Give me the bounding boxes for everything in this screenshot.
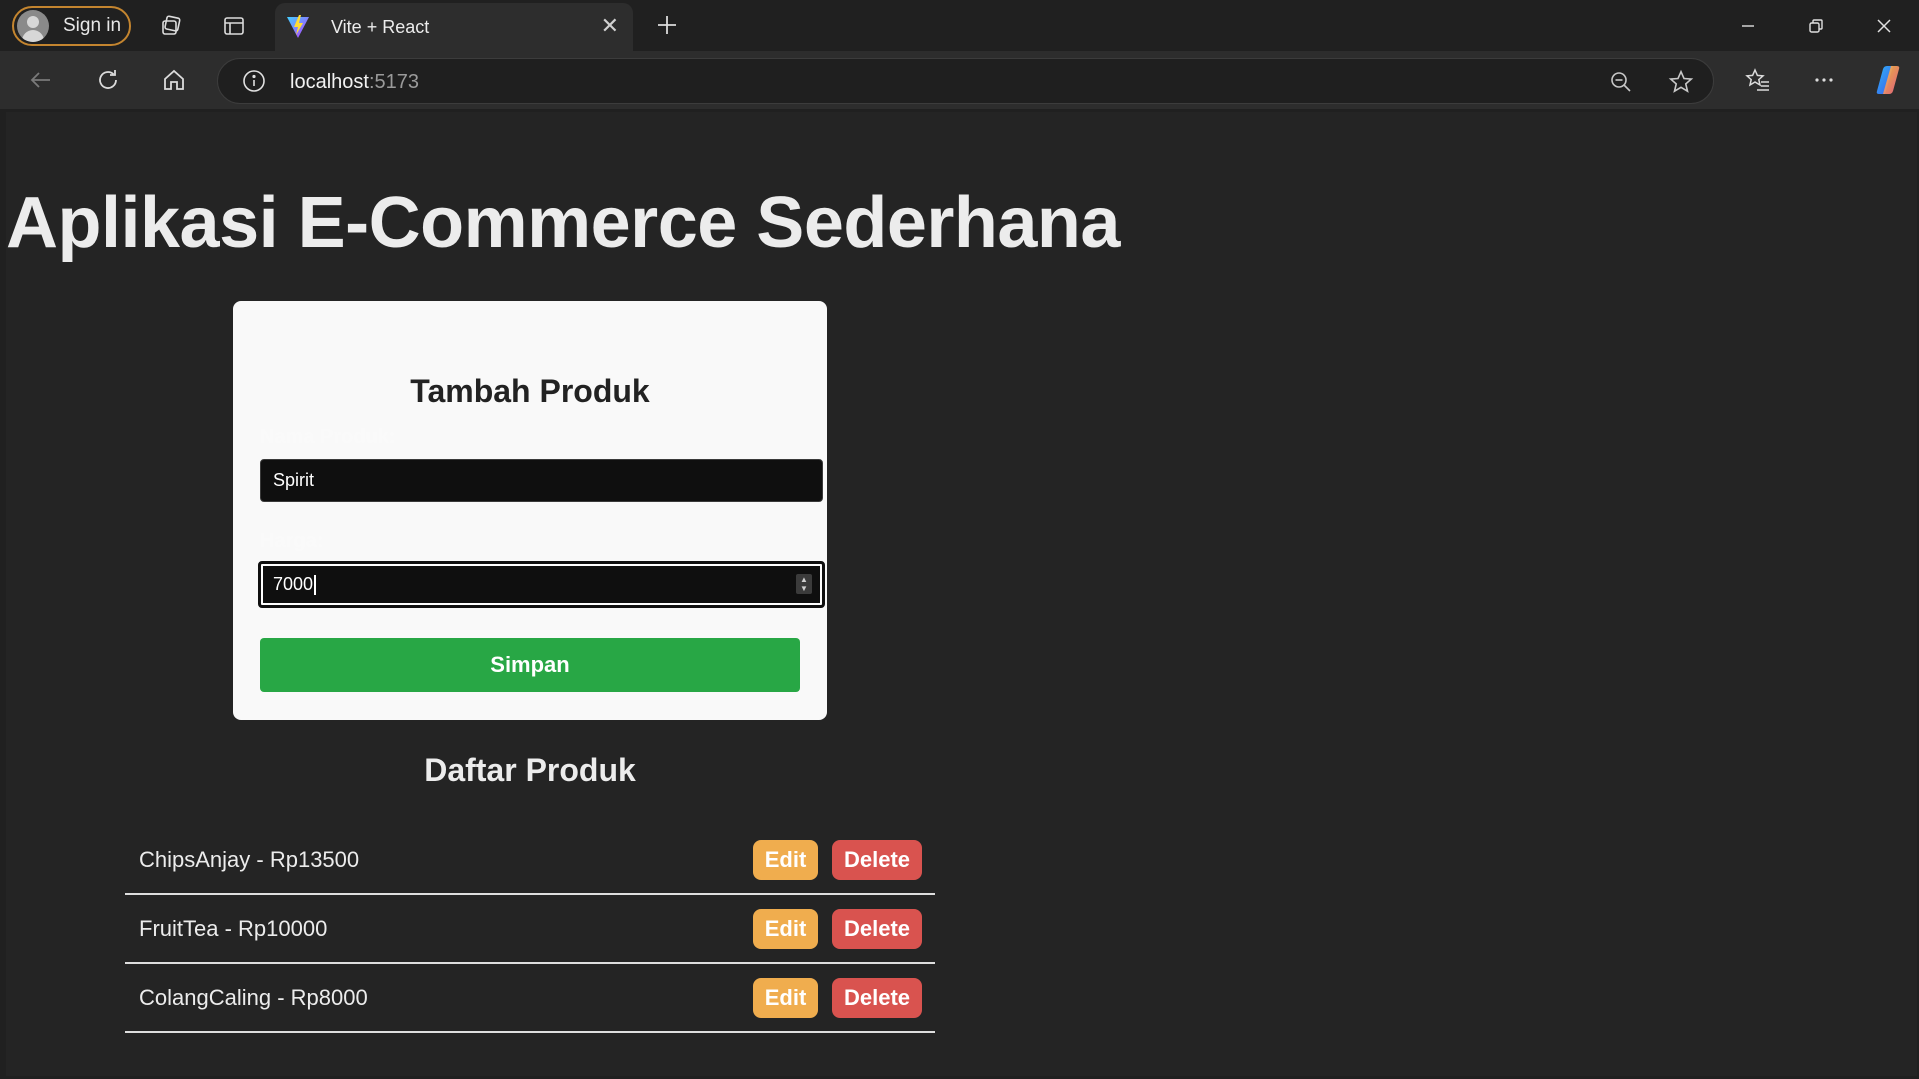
edit-button[interactable]: Edit bbox=[753, 908, 818, 949]
delete-button[interactable]: Delete bbox=[832, 977, 922, 1018]
edit-button[interactable]: Edit bbox=[753, 839, 818, 880]
address-url: localhost:5173 bbox=[290, 71, 419, 94]
product-name-label: Nama Produk: bbox=[260, 426, 396, 448]
number-spinner-icon[interactable]: ▲ ▼ bbox=[796, 574, 812, 594]
url-host: localhost bbox=[290, 71, 369, 93]
more-options-icon[interactable] bbox=[1809, 65, 1839, 95]
product-list: ChipsAnjay - Rp13500 Edit Delete FruitTe… bbox=[125, 826, 935, 1033]
product-name-value: Spirit bbox=[273, 470, 315, 490]
back-arrow-icon[interactable] bbox=[26, 65, 56, 95]
price-label: Harga: bbox=[260, 530, 324, 552]
restore-window-icon[interactable] bbox=[1782, 0, 1850, 51]
page-content: Aplikasi E-Commerce Sederhana Tambah Pro… bbox=[6, 112, 1917, 1076]
product-list-title: Daftar Produk bbox=[424, 752, 636, 788]
price-value: 7000 bbox=[273, 574, 314, 594]
tab-title: Vite + React bbox=[331, 16, 430, 37]
product-row: FruitTea - Rp10000 Edit Delete bbox=[125, 895, 935, 964]
delete-button[interactable]: Delete bbox=[832, 839, 922, 880]
add-product-form: Tambah Produk Nama Produk: Spirit Harga:… bbox=[233, 301, 827, 720]
browser-tab-bar: Sign in Vite + React ✕ bbox=[0, 0, 1919, 51]
url-port: :5173 bbox=[368, 71, 419, 93]
reload-icon[interactable] bbox=[93, 65, 123, 95]
close-tab-icon[interactable]: ✕ bbox=[601, 15, 619, 37]
address-bar[interactable]: localhost:5173 bbox=[217, 58, 1714, 104]
text-caret bbox=[314, 574, 317, 595]
copilot-icon[interactable] bbox=[1870, 62, 1906, 98]
product-row: ColangCaling - Rp8000 Edit Delete bbox=[125, 964, 935, 1033]
site-info-icon[interactable] bbox=[242, 69, 266, 93]
price-input[interactable]: 7000 ▲ ▼ bbox=[258, 561, 825, 608]
vertical-tabs-icon[interactable] bbox=[219, 11, 249, 41]
form-title: Tambah Produk bbox=[410, 373, 650, 409]
vite-logo-icon bbox=[283, 12, 313, 42]
delete-button[interactable]: Delete bbox=[832, 908, 922, 949]
favorites-list-icon[interactable] bbox=[1743, 65, 1773, 95]
minimize-window-icon[interactable] bbox=[1714, 0, 1782, 51]
product-name-input[interactable]: Spirit bbox=[260, 459, 823, 502]
product-item-text: FruitTea - Rp10000 bbox=[139, 915, 328, 941]
profile-avatar-icon bbox=[17, 10, 49, 42]
product-item-text: ChipsAnjay - Rp13500 bbox=[139, 846, 360, 872]
save-button[interactable]: Simpan bbox=[260, 638, 800, 692]
active-tab[interactable]: Vite + React ✕ bbox=[275, 3, 633, 51]
sign-in-button[interactable]: Sign in bbox=[12, 6, 131, 46]
close-window-icon[interactable] bbox=[1850, 0, 1918, 51]
product-row: ChipsAnjay - Rp13500 Edit Delete bbox=[125, 826, 935, 895]
product-item-text: ColangCaling - Rp8000 bbox=[139, 984, 368, 1010]
sign-in-label: Sign in bbox=[63, 15, 122, 36]
browser-toolbar: localhost:5173 bbox=[0, 51, 1919, 109]
page-title: Aplikasi E-Commerce Sederhana bbox=[6, 183, 1120, 263]
zoom-out-icon[interactable] bbox=[1608, 69, 1634, 95]
favorite-star-icon[interactable] bbox=[1668, 69, 1694, 95]
home-icon[interactable] bbox=[159, 65, 189, 95]
workspaces-icon[interactable] bbox=[156, 11, 186, 41]
edit-button[interactable]: Edit bbox=[753, 977, 818, 1018]
new-tab-icon[interactable] bbox=[652, 10, 682, 40]
